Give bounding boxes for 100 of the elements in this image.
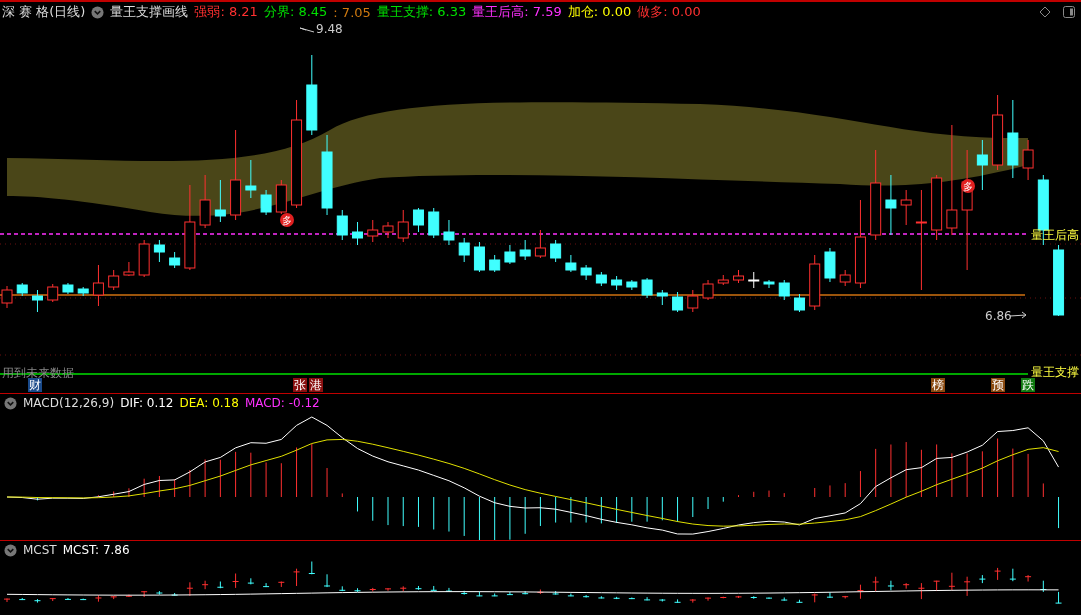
price-bar (521, 590, 529, 595)
price-bar (780, 597, 788, 602)
dropdown-icon[interactable] (4, 543, 17, 557)
candlestick (748, 271, 760, 289)
candlestick (839, 269, 851, 287)
candlestick (672, 291, 684, 313)
price-bar (369, 587, 377, 592)
candlestick (92, 264, 104, 307)
panel-toggle-icon[interactable] (1063, 6, 1075, 18)
candlestick (62, 282, 74, 295)
buy-signal-marker: 多 (961, 179, 975, 193)
support-line-label: 量王支撑 (1031, 365, 1079, 378)
indicator-value: DIF: 0.12 (120, 396, 174, 410)
indicator-name: MACD(12,26,9) (23, 396, 115, 410)
candlestick (565, 254, 577, 273)
candlestick (504, 244, 516, 265)
price-bar (399, 585, 407, 592)
price-bar (841, 595, 849, 599)
candlestick (931, 174, 943, 241)
price-bar (765, 597, 773, 600)
candlestick (260, 189, 272, 216)
price-bar (354, 587, 361, 593)
candlestick (77, 286, 89, 297)
price-bar (506, 591, 514, 596)
indicator-value: MACD: -0.12 (244, 396, 320, 410)
price-bar (216, 581, 224, 589)
price-bar (689, 598, 697, 604)
candlestick (214, 179, 226, 223)
dropdown-icon[interactable] (4, 396, 17, 410)
candlestick (733, 269, 744, 284)
price-bar (552, 590, 560, 596)
indicator-value: 做多: 0.00 (637, 3, 701, 21)
candlestick (885, 174, 897, 236)
price-bar (658, 598, 666, 602)
price-bar (643, 596, 651, 601)
indicator-value: 量王支撑: 6.33 (376, 3, 467, 21)
candlestick (153, 239, 165, 263)
price-bar (415, 585, 422, 591)
candlestick (595, 271, 607, 287)
signal-tag: 张 (293, 378, 307, 392)
candlestick (809, 254, 821, 311)
candlestick (138, 239, 150, 278)
price-bar (460, 590, 468, 596)
price-bar (856, 584, 864, 600)
candlestick (108, 269, 120, 291)
price-bar (811, 593, 819, 603)
signal-tag: 财 (28, 378, 42, 392)
price-bar (384, 587, 392, 592)
price-bar (597, 595, 605, 599)
price-bar (1055, 591, 1063, 604)
candlestick (489, 254, 501, 273)
candlestick (169, 251, 181, 269)
candlestick (31, 289, 43, 313)
price-bar (719, 596, 727, 599)
candlestick (763, 279, 775, 289)
dropdown-icon[interactable] (91, 5, 105, 19)
candlestick (580, 264, 592, 281)
price-bar (323, 573, 331, 588)
indicator-name: 量王支撑画线 (110, 3, 189, 21)
price-bar (79, 598, 87, 601)
candlestick (900, 189, 912, 226)
signal-tag: 榜 (931, 378, 945, 392)
price-bar (567, 593, 575, 597)
price-bar (293, 568, 301, 587)
candlestick (717, 274, 729, 286)
indicator-value: 量王后高: 7.59 (472, 3, 562, 21)
candlestick (778, 279, 790, 301)
indicator-value: : 7.05 (333, 4, 371, 20)
price-bar (582, 594, 590, 598)
price-bar (201, 580, 209, 590)
price-bar (94, 594, 102, 603)
price-bar (155, 590, 163, 596)
price-bar (110, 595, 118, 600)
indicator-name: MCST (23, 543, 57, 557)
price-bar (338, 585, 346, 592)
candlestick (397, 209, 409, 243)
indicator-value: DEA: 0.18 (179, 396, 239, 410)
candlestick (794, 293, 805, 313)
price-bar (963, 576, 971, 597)
price-bar (704, 597, 712, 602)
candlestick (275, 179, 287, 215)
price-bar (125, 594, 133, 598)
price-bar (796, 599, 803, 604)
candlestick (626, 279, 638, 291)
price-bar (277, 581, 285, 588)
price-bar (262, 582, 270, 588)
price-bar (735, 595, 742, 599)
candlestick (656, 289, 668, 306)
high-price-label: 9.48 (316, 22, 343, 36)
candlestick (123, 261, 135, 277)
price-bar (491, 593, 499, 597)
candlestick (519, 239, 531, 261)
price-bar (978, 574, 986, 584)
stock-title: 深 赛 格(日线) (2, 3, 86, 21)
candlestick (367, 219, 379, 243)
candlestick (1022, 139, 1034, 181)
diamond-icon[interactable] (1039, 6, 1051, 18)
price-bar (826, 591, 834, 599)
price-bar (18, 597, 26, 601)
candlestick (199, 174, 211, 229)
